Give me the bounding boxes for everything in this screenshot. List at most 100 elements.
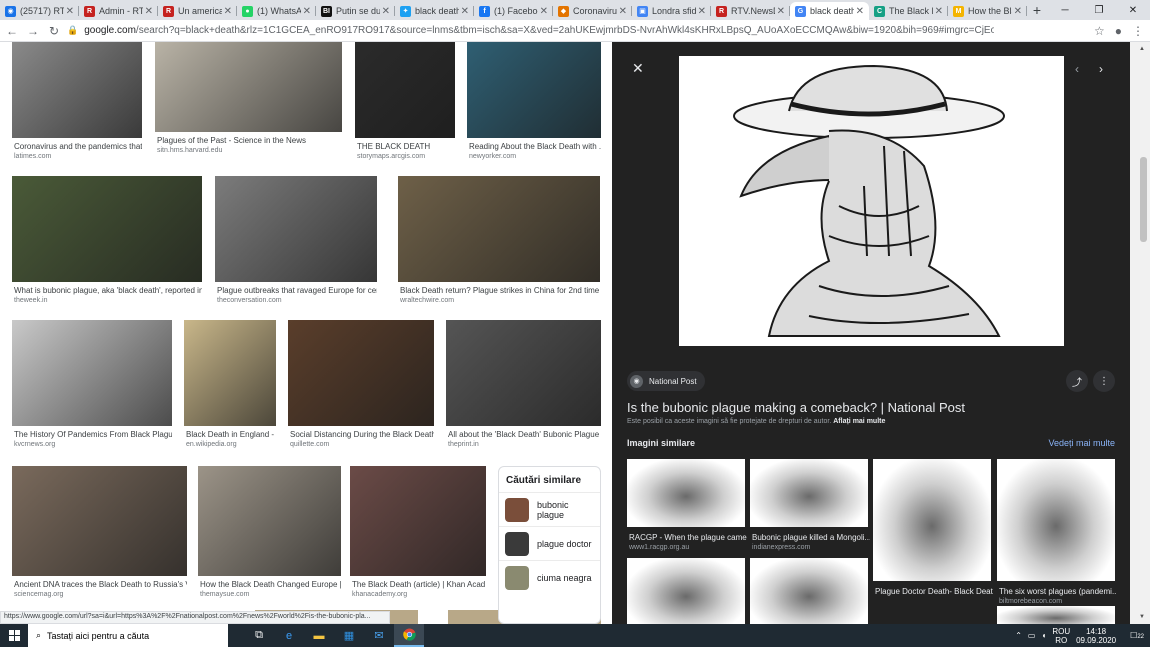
image-result[interactable]: The History Of Pandemics From Black Plag… [12,320,172,456]
clock[interactable]: 14:18 09.09.2020 [1076,627,1116,645]
next-image-icon[interactable]: › [1099,62,1103,76]
browser-tab[interactable]: M How the Bla✕ [948,2,1027,20]
similar-image-thumbnail[interactable] [997,459,1115,581]
tab-close-icon[interactable]: ✕ [382,6,390,17]
result-caption[interactable]: The Black Death (article) | Khan Acad... [352,580,486,589]
image-result[interactable]: Social Distancing During the Black Death… [288,320,434,456]
similar-image-thumbnail[interactable] [750,459,868,527]
similar-search-item[interactable]: ciuma neagra [499,560,600,594]
notification-center-icon[interactable]: ☐22 [1130,631,1144,640]
image-result[interactable]: Plague outbreaks that ravaged Europe for… [215,176,377,312]
similar-image[interactable]: RACGP - When the plague came ... www1.rac… [627,459,747,551]
source-chip[interactable]: ◉ National Post [627,371,705,391]
network-icon[interactable]: ▭ [1028,631,1036,640]
result-thumbnail[interactable] [355,42,455,138]
tab-close-icon[interactable]: ✕ [540,6,548,17]
browser-tab[interactable]: f (1) Facebook✕ [474,2,553,20]
volume-icon[interactable]: ◖ [1041,631,1046,640]
task-view-icon[interactable]: ⧉ [244,624,274,647]
similar-search-item[interactable]: plague doctor [499,526,600,560]
image-result[interactable]: Ancient DNA traces the Black Death to Ru… [12,466,187,606]
image-result[interactable]: How the Black Death Changed Europe | ...… [198,466,341,606]
result-caption[interactable]: All about the 'Black Death' Bubonic Plag… [448,430,601,439]
browser-tab[interactable]: ✦ black death ✕ [395,2,474,20]
similar-image-caption[interactable]: Bubonic plague killed a Mongoli... [752,533,870,542]
tab-close-icon[interactable]: ✕ [698,6,706,17]
result-caption[interactable]: THE BLACK DEATH [357,142,455,151]
browser-tab[interactable]: R Admin - RTV✕ [79,2,158,20]
result-thumbnail[interactable] [215,176,377,282]
similar-image-thumbnail[interactable] [627,459,745,527]
result-caption[interactable]: Black Death in England - ... [186,430,276,439]
file-explorer-icon[interactable]: ▬ [304,624,334,647]
result-caption[interactable]: Ancient DNA traces the Black Death to Ru… [14,580,187,589]
image-result[interactable]: The Black Death (article) | Khan Acad...… [350,466,486,606]
page-scrollbar[interactable]: ▲ ▼ [1130,42,1150,624]
browser-tab[interactable]: ▣ Londra sfide✕ [632,2,711,20]
image-result[interactable]: Reading About the Black Death with ... ne… [467,42,601,168]
result-thumbnail[interactable] [288,320,434,426]
result-thumbnail[interactable] [467,42,601,138]
image-result[interactable]: What is bubonic plague, aka 'black death… [12,176,202,312]
similar-image-caption[interactable]: RACGP - When the plague came ... [629,533,747,542]
result-caption[interactable]: Plagues of the Past - Science in the New… [157,136,342,145]
similar-image[interactable]: The six worst plagues (pandemi... biltmor… [997,459,1117,605]
minimize-button[interactable]: ─ [1048,0,1082,20]
tab-close-icon[interactable]: ✕ [777,6,785,17]
result-thumbnail[interactable] [350,466,486,576]
forward-icon[interactable]: → [24,24,42,38]
similar-image-thumbnail[interactable] [873,459,991,581]
similar-image-caption[interactable]: The six worst plagues (pandemi... [999,587,1117,596]
result-caption[interactable]: Social Distancing During the Black Death… [290,430,434,439]
browser-tab[interactable]: ● (1) WhatsAp✕ [237,2,316,20]
scroll-down-icon[interactable]: ▼ [1139,614,1145,620]
see-more-link[interactable]: Vedeți mai multe [1048,438,1115,448]
browser-tab[interactable]: ◉ (25717) RTV✕ [0,2,79,20]
tab-close-icon[interactable]: ✕ [461,6,469,17]
tab-close-icon[interactable]: ✕ [66,6,74,17]
result-caption[interactable]: Plague outbreaks that ravaged Europe for… [217,286,377,295]
result-caption[interactable]: Coronavirus and the pandemics that... [14,142,142,151]
result-caption[interactable]: Black Death return? Plague strikes in Ch… [400,286,600,295]
lock-icon[interactable]: 🔒 [67,25,78,36]
browser-tab[interactable]: R Un american✕ [158,2,237,20]
new-tab-button[interactable]: + [1027,2,1047,18]
tray-chevron-icon[interactable]: ⌃ [1015,631,1022,640]
tab-close-icon[interactable]: ✕ [1014,6,1022,17]
result-thumbnail[interactable] [184,320,276,426]
browser-tab[interactable]: C The Black D✕ [869,2,948,20]
taskbar-search-box[interactable]: ⌕ Tastați aici pentru a căuta [28,624,228,647]
chrome-icon[interactable] [394,624,424,647]
mail-icon[interactable]: ✉ [364,624,394,647]
learn-more-link[interactable]: Aflați mai multe [833,418,885,425]
tab-close-icon[interactable]: ✕ [145,6,153,17]
browser-tab[interactable]: ◆ Coronavirus✕ [553,2,632,20]
back-icon[interactable]: ← [3,24,21,38]
reload-icon[interactable]: ↻ [45,24,63,38]
share-button[interactable]: ⤴ [1066,370,1088,392]
browser-tab[interactable]: R RTV.NewsDe✕ [711,2,790,20]
result-caption[interactable]: How the Black Death Changed Europe | ... [200,580,341,589]
scrollbar-thumb[interactable] [1140,157,1147,242]
window-close-button[interactable]: ✕ [1116,0,1150,20]
image-result[interactable]: Black Death return? Plague strikes in Ch… [398,176,600,312]
result-thumbnail[interactable] [12,466,187,576]
result-caption[interactable]: Reading About the Black Death with ... [469,142,601,151]
tab-close-icon[interactable]: ✕ [856,6,864,17]
similar-image[interactable]: Plague Doctor Death- Black Deat... [873,459,993,601]
edge-icon[interactable]: e [274,624,304,647]
browser-tab[interactable]: Gblack death ✕ [790,2,869,20]
image-result[interactable]: All about the 'Black Death' Bubonic Plag… [446,320,601,456]
tab-close-icon[interactable]: ✕ [224,6,232,17]
more-options-button[interactable]: ⋮ [1093,370,1115,392]
result-thumbnail[interactable] [155,42,342,132]
similar-image-thumbnail[interactable] [750,558,868,628]
store-icon[interactable]: ▦ [334,624,364,647]
result-caption[interactable]: What is bubonic plague, aka 'black death… [14,286,202,295]
preview-title-link[interactable]: Is the bubonic plague making a comeback?… [627,400,965,415]
result-caption[interactable]: The History Of Pandemics From Black Plag… [14,430,172,439]
image-result[interactable]: THE BLACK DEATH storymaps.arcgis.com [355,42,455,168]
bookmark-star-icon[interactable]: ☆ [1094,24,1105,38]
close-icon[interactable]: ✕ [632,60,644,77]
tab-close-icon[interactable]: ✕ [619,6,627,17]
